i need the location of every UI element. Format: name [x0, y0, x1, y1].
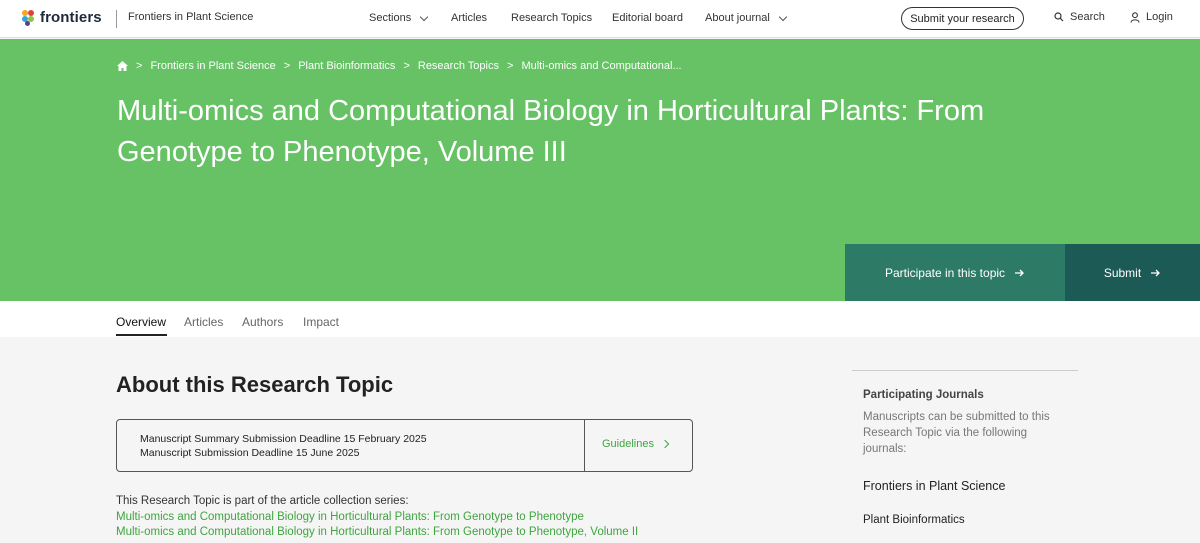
nav-research-topics[interactable]: Research Topics [511, 12, 592, 24]
series-link-volume-2[interactable]: Multi-omics and Computational Biology in… [116, 526, 638, 538]
deadline-box: Manuscript Summary Submission Deadline 1… [116, 419, 693, 472]
submit-button[interactable]: Submit [1065, 244, 1200, 301]
nav-editorial-board[interactable]: Editorial board [612, 12, 683, 24]
hero-banner: > Frontiers in Plant Science > Plant Bio… [0, 39, 1200, 301]
page-title: Multi-omics and Computational Biology in… [117, 95, 985, 168]
chevron-right-icon [660, 439, 670, 449]
submit-research-button[interactable]: Submit your research [901, 7, 1024, 30]
logo-divider [116, 10, 117, 28]
tab-impact[interactable]: Impact [303, 315, 339, 329]
tabs-bar: Overview Articles Authors Impact [0, 301, 1200, 337]
nav-sections[interactable]: Sections [369, 12, 429, 24]
nav-articles-label: Articles [451, 12, 488, 24]
participating-journals-heading: Participating Journals [863, 389, 984, 401]
deadline-divider [584, 420, 585, 471]
manuscript-deadline: Manuscript Submission Deadline 15 June 2… [140, 447, 360, 459]
logo-text: frontiers [40, 9, 102, 26]
chevron-down-icon [778, 12, 788, 21]
journal-name-link[interactable]: Frontiers in Plant Science [128, 11, 253, 23]
submit-label: Submit [1103, 265, 1142, 280]
search-icon [1054, 12, 1064, 22]
participating-journal-section: Plant Bioinformatics [863, 514, 965, 526]
submit-research-label: Submit your research [910, 12, 1015, 25]
breadcrumb-separator: > [507, 60, 514, 72]
user-icon [1130, 11, 1140, 23]
series-link-volume-1[interactable]: Multi-omics and Computational Biology in… [116, 511, 584, 523]
frontiers-logo-icon [22, 9, 36, 26]
nav-about-journal-label: About journal [705, 12, 770, 24]
breadcrumb-separator: > [403, 60, 410, 72]
breadcrumb-journal[interactable]: Frontiers in Plant Science [150, 60, 275, 72]
login-label: Login [1146, 11, 1173, 23]
nav-about-journal[interactable]: About journal [705, 12, 788, 24]
guidelines-label: Guidelines [602, 438, 654, 450]
chevron-down-icon [419, 12, 429, 21]
participate-button[interactable]: Participate in this topic [845, 244, 1065, 301]
deadline-lines: Manuscript Summary Submission Deadline 1… [140, 432, 427, 460]
nav-sections-label: Sections [369, 12, 412, 24]
breadcrumb-current: Multi-omics and Computational... [521, 60, 682, 72]
nav-research-topics-label: Research Topics [511, 12, 593, 24]
login-button[interactable]: Login [1130, 11, 1173, 23]
breadcrumb-research-topics[interactable]: Research Topics [418, 60, 499, 72]
tab-articles[interactable]: Articles [184, 315, 223, 329]
active-tab-indicator [116, 334, 167, 336]
series-intro: This Research Topic is part of the artic… [116, 495, 409, 507]
breadcrumb-separator: > [283, 60, 291, 72]
tab-overview[interactable]: Overview [116, 315, 166, 329]
breadcrumb-separator: > [136, 60, 143, 72]
participating-journals-description: Manuscripts can be submitted to this Res… [863, 411, 1050, 455]
summary-deadline: Manuscript Summary Submission Deadline 1… [140, 433, 427, 445]
participate-label: Participate in this topic [884, 265, 1006, 280]
arrow-right-icon [1015, 269, 1024, 276]
section-title: About this Research Topic [116, 372, 394, 397]
guidelines-link[interactable]: Guidelines [602, 438, 670, 450]
breadcrumb: > Frontiers in Plant Science > Plant Bio… [117, 60, 682, 72]
nav-articles[interactable]: Articles [451, 12, 487, 24]
home-icon[interactable] [117, 61, 128, 71]
search-button[interactable]: Search [1054, 11, 1105, 23]
frontiers-logo[interactable]: frontiers [22, 9, 102, 26]
top-navbar: frontiers Frontiers in Plant Science Sec… [0, 0, 1200, 38]
tab-authors[interactable]: Authors [242, 315, 283, 329]
nav-editorial-board-label: Editorial board [612, 12, 683, 24]
sidebar-divider [852, 370, 1078, 371]
search-label: Search [1070, 11, 1105, 23]
participating-journal-link[interactable]: Frontiers in Plant Science [863, 476, 1023, 496]
arrow-right-icon [1151, 269, 1161, 276]
breadcrumb-section[interactable]: Plant Bioinformatics [298, 60, 395, 72]
